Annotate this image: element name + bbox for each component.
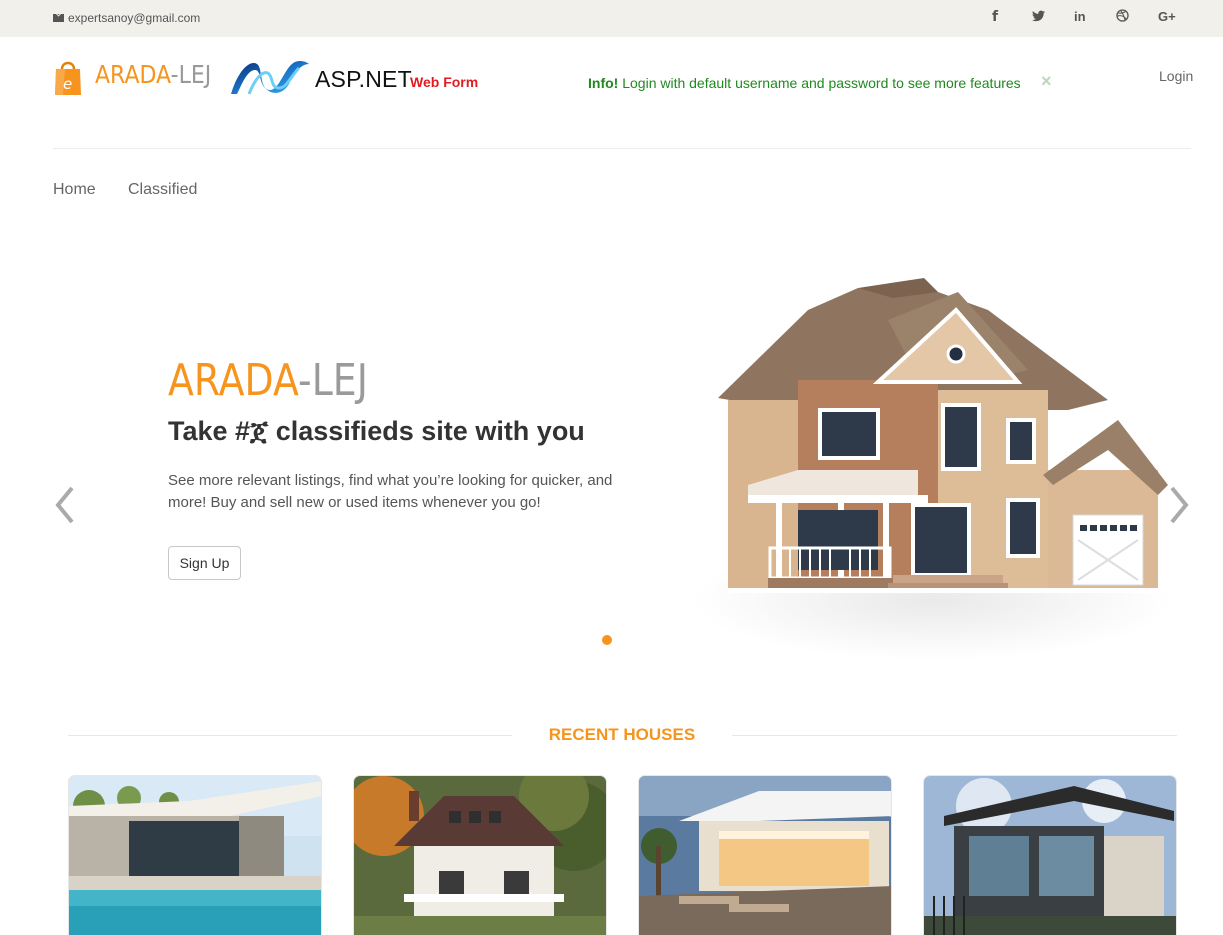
recent-houses-heading: RECENT HOUSES	[548, 725, 696, 744]
house-card-image	[924, 776, 1176, 935]
hero-description: See more relevant listings, find what yo…	[168, 472, 613, 511]
hero-house-image	[693, 278, 1173, 660]
section-divider-right	[732, 735, 1177, 736]
nav-classified[interactable]: Classified	[128, 181, 197, 199]
chevron-left-icon[interactable]	[52, 484, 76, 526]
sign-up-button[interactable]: Sign Up	[168, 546, 241, 580]
site-logo[interactable]: ARADA-LEJ	[95, 60, 211, 89]
info-alert: Info! Login with default username and pa…	[588, 75, 1021, 91]
carousel-indicator[interactable]	[602, 635, 612, 645]
house-card[interactable]	[923, 775, 1177, 935]
info-alert-bold: Info!	[588, 75, 619, 91]
nav-home[interactable]: Home	[53, 181, 96, 199]
house-card-image	[354, 776, 606, 935]
info-alert-text: Login with default username and password…	[622, 75, 1021, 91]
contact-email[interactable]: expertsanoy@gmail.com	[53, 11, 200, 25]
google-plus-icon[interactable]: G+	[1158, 9, 1176, 24]
login-link[interactable]: Login	[1159, 68, 1193, 84]
svg-text:e: e	[63, 75, 72, 93]
envelope-icon	[53, 14, 64, 22]
hero-title: ARADA-LEJ	[168, 355, 368, 406]
linkedin-icon[interactable]: in	[1074, 9, 1086, 24]
hero-title-gray: -LEJ	[298, 355, 368, 406]
shopping-bag-logo-icon[interactable]: e	[53, 58, 83, 96]
aspnet-web-form-label: Web Form	[410, 74, 479, 90]
house-card-image	[69, 776, 321, 935]
close-icon[interactable]: ×	[1041, 71, 1052, 92]
logo-text-gray: -LEJ	[170, 60, 212, 89]
aspnet-label: ASP.NET	[315, 66, 412, 92]
house-card[interactable]	[353, 775, 607, 935]
hero-title-orange: ARADA	[168, 355, 299, 406]
aspnet-logo-icon	[231, 61, 309, 95]
logo-text-orange: ARADA	[95, 60, 171, 89]
house-card-image	[639, 776, 891, 935]
facebook-icon[interactable]: f	[992, 9, 998, 25]
header-divider	[53, 148, 1191, 149]
twitter-icon[interactable]	[1032, 9, 1045, 25]
contact-email-text: expertsanoy@gmail.com	[68, 11, 201, 25]
hero-subtitle: Take #ጀ classifieds site with you	[168, 416, 585, 446]
dribbble-icon[interactable]	[1116, 9, 1129, 25]
top-bar: expertsanoy@gmail.com f in G+	[0, 0, 1223, 37]
house-card[interactable]	[638, 775, 892, 935]
house-card[interactable]	[68, 775, 322, 935]
section-divider-left	[68, 735, 512, 736]
